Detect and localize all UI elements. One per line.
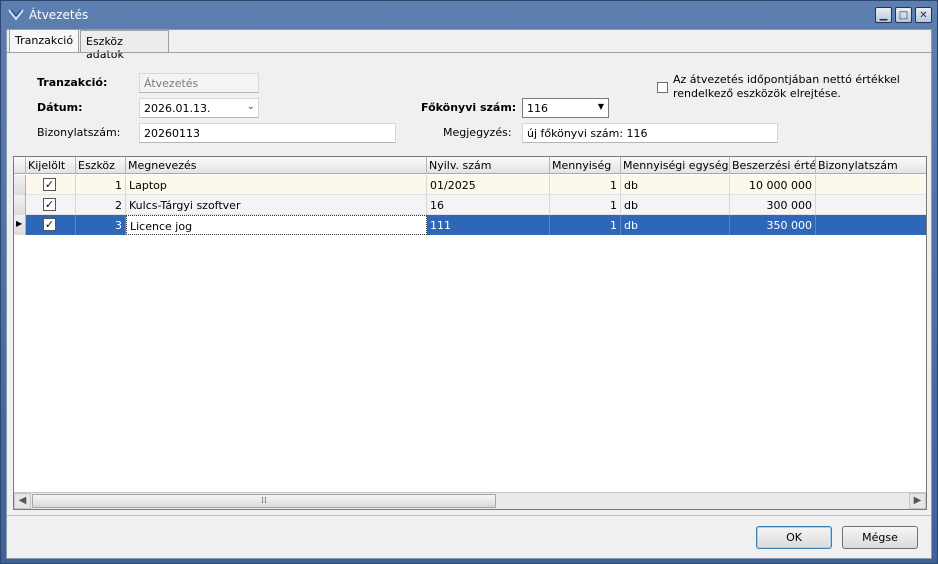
table-row-selected[interactable]: ▶ ✓ 3 Licence jog 111 1 db 350 000 — [14, 215, 926, 235]
minimize-button[interactable]: ▁ — [875, 7, 892, 23]
grid-header: Kijelölt Eszköz Megnevezés Nyilv. szám M… — [14, 157, 926, 174]
eszkoz-cell: 3 — [76, 215, 126, 235]
scroll-thumb[interactable]: ⁞⁞ — [32, 494, 496, 508]
datum-label: Dátum: — [37, 101, 83, 114]
horizontal-scrollbar[interactable]: ◀ ⁞⁞ ▶ — [14, 492, 926, 509]
tab-divider — [7, 52, 931, 53]
tab-tranzakcio[interactable]: Tranzakció — [9, 29, 80, 53]
minimize-icon: ▁ — [879, 9, 888, 21]
egyseg-cell: db — [621, 215, 730, 235]
datum-field[interactable]: 2026.01.13. ⌄ — [139, 98, 259, 118]
header-megnevezes[interactable]: Megnevezés — [126, 157, 427, 174]
row-checkbox[interactable]: ✓ — [43, 198, 56, 211]
tranzakcio-label: Tranzakció: — [37, 76, 108, 89]
ertek-cell: 10 000 000 — [730, 175, 816, 195]
row-checkbox[interactable]: ✓ — [43, 178, 56, 191]
title-bar[interactable]: Átvezetés ▁ □ ✕ — [1, 1, 937, 29]
tab-eszkoz-adatok[interactable]: Eszköz adatok — [80, 30, 169, 61]
bizonylat-cell — [816, 195, 926, 215]
dropdown-arrow-icon[interactable]: ▼ — [598, 102, 604, 111]
table-row[interactable]: ✓ 2 Kulcs-Tárgyi szoftver 16 1 db 300 00… — [14, 195, 926, 215]
bizonylat-label: Bizonylatszám: — [37, 126, 121, 139]
megnevezes-cell[interactable]: Licence jog — [126, 215, 427, 235]
tranzakcio-field: Átvezetés — [139, 73, 259, 93]
current-row-arrow-icon: ▶ — [16, 219, 23, 228]
maximize-icon: □ — [898, 9, 909, 21]
row-checkbox[interactable]: ✓ — [43, 218, 56, 231]
megnevezes-cell: Laptop — [126, 175, 427, 195]
nyilv-cell: 16 — [427, 195, 550, 215]
header-selector — [14, 157, 26, 174]
ok-button[interactable]: OK — [756, 526, 832, 549]
footer-divider — [7, 515, 931, 516]
megjegyzes-label: Megjegyzés: — [443, 126, 512, 139]
close-icon: ✕ — [919, 9, 928, 21]
ertek-cell: 350 000 — [730, 215, 816, 235]
asset-grid[interactable]: Kijelölt Eszköz Megnevezés Nyilv. szám M… — [13, 156, 927, 510]
header-bizonylatszam[interactable]: Bizonylatszám — [816, 157, 926, 174]
table-row[interactable]: ✓ 1 Laptop 01/2025 1 db 10 000 000 — [14, 175, 926, 195]
mennyiseg-cell: 1 — [550, 195, 621, 215]
close-button[interactable]: ✕ — [915, 7, 932, 23]
row-selector[interactable] — [14, 195, 26, 215]
dialog-body: Tranzakció Eszköz adatok Tranzakció: Átv… — [6, 29, 932, 559]
header-mennyisegi-egyseg[interactable]: Mennyiségi egység — [621, 157, 730, 174]
mennyiseg-cell: 1 — [550, 215, 621, 235]
mennyiseg-cell: 1 — [550, 175, 621, 195]
nyilv-cell: 111 — [427, 215, 550, 235]
header-nyilv-szam[interactable]: Nyilv. szám — [427, 157, 550, 174]
scroll-right-icon[interactable]: ▶ — [909, 493, 926, 509]
row-selector[interactable] — [14, 175, 26, 195]
checkbox-label-line2: rendelkező eszközök elrejtése. — [673, 87, 841, 100]
kijelolt-cell[interactable]: ✓ — [26, 195, 76, 215]
scroll-left-icon[interactable]: ◀ — [14, 493, 31, 509]
ertek-cell: 300 000 — [730, 195, 816, 215]
nyilv-cell: 01/2025 — [427, 175, 550, 195]
cancel-button[interactable]: Mégse — [842, 526, 918, 549]
eszkoz-cell: 1 — [76, 175, 126, 195]
dialog-window: Átvezetés ▁ □ ✕ Tranzakció Eszköz adatok… — [0, 0, 938, 564]
header-eszkoz[interactable]: Eszköz — [76, 157, 126, 174]
datum-value: 2026.01.13. — [144, 102, 211, 115]
fokonyvi-value: 116 — [527, 102, 548, 115]
bizonylat-cell — [816, 175, 926, 195]
header-kijelolt[interactable]: Kijelölt — [26, 157, 76, 174]
megnevezes-cell: Kulcs-Tárgyi szoftver — [126, 195, 427, 215]
app-icon — [8, 9, 24, 21]
kijelolt-cell[interactable]: ✓ — [26, 215, 76, 235]
eszkoz-cell: 2 — [76, 195, 126, 215]
bizonylat-field[interactable]: 20260113 — [139, 123, 396, 143]
kijelolt-cell[interactable]: ✓ — [26, 175, 76, 195]
bizonylat-cell — [816, 215, 926, 235]
megjegyzes-field[interactable]: új főkönyvi szám: 116 — [522, 123, 778, 143]
header-beszerzesi-ertek[interactable]: Beszerzési érték — [730, 157, 816, 174]
egyseg-cell: db — [621, 195, 730, 215]
hide-assets-checkbox[interactable] — [657, 82, 668, 93]
checkbox-label-line1: Az átvezetés időpontjában nettó értékkel — [673, 73, 900, 86]
maximize-button[interactable]: □ — [895, 7, 912, 23]
fokonyvi-label: Főkönyvi szám: — [421, 101, 517, 114]
fokonyvi-select[interactable]: 116 ▼ — [522, 98, 609, 118]
chevron-down-icon[interactable]: ⌄ — [247, 101, 255, 112]
header-mennyiseg[interactable]: Mennyiség — [550, 157, 621, 174]
window-title: Átvezetés — [29, 8, 89, 22]
egyseg-cell: db — [621, 175, 730, 195]
row-selector[interactable]: ▶ — [14, 215, 26, 235]
